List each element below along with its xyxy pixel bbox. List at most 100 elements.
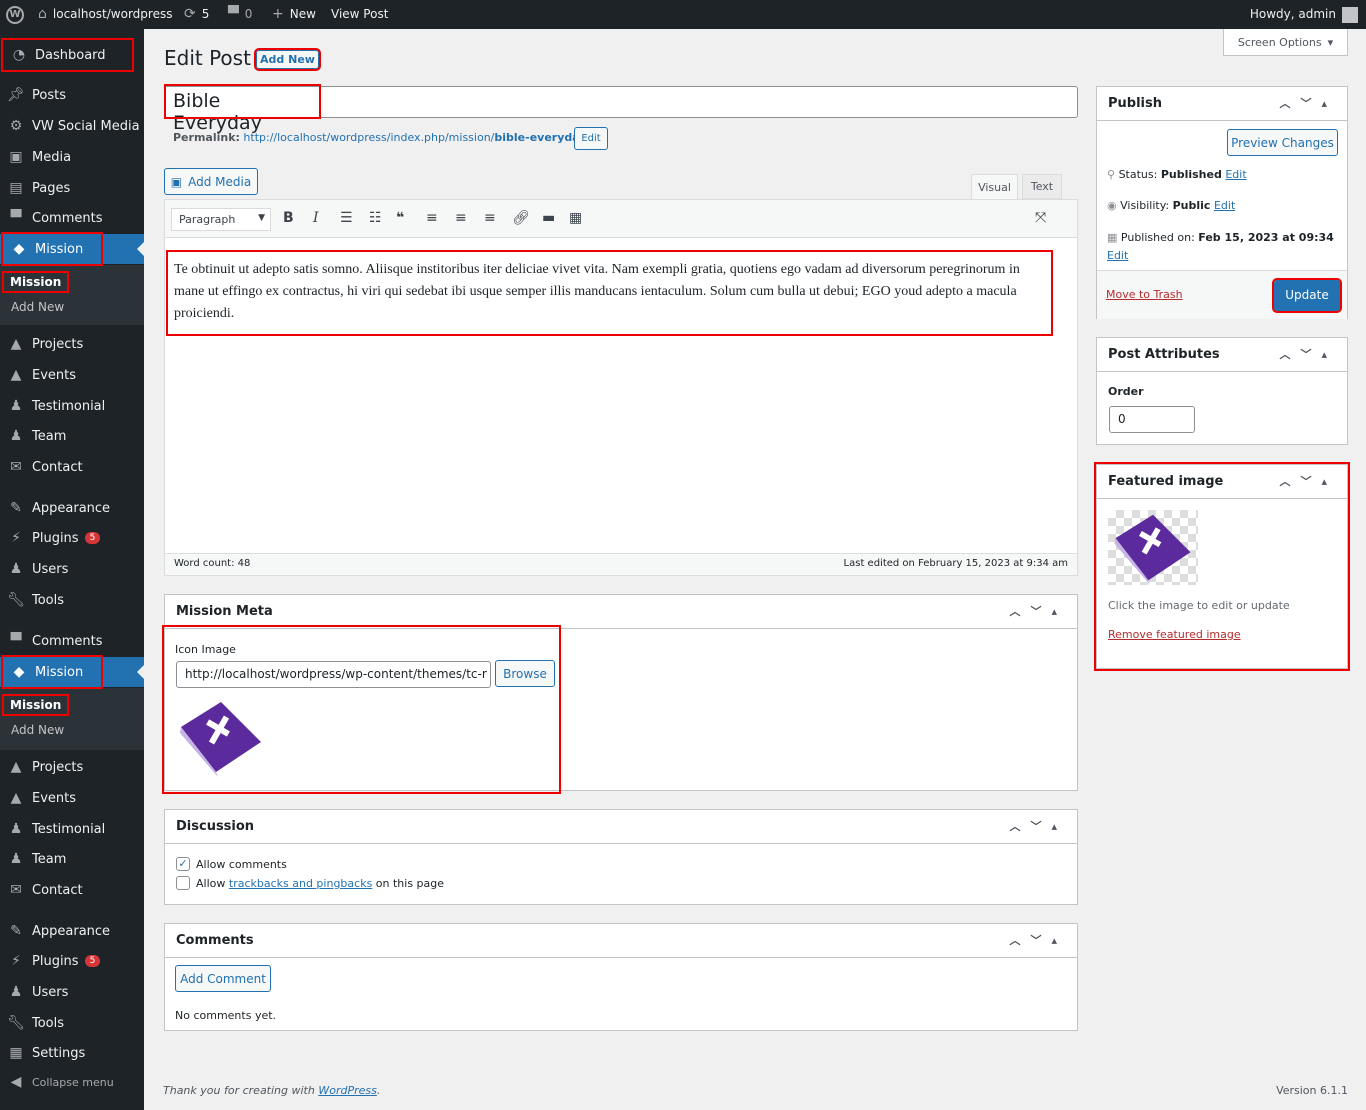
blockquote-icon[interactable]: ❝ <box>396 210 404 226</box>
sidebar-item-media[interactable]: ▣ Media <box>0 142 144 172</box>
order-label: Order <box>1108 385 1144 398</box>
brush-icon: ✎ <box>10 500 22 516</box>
sidebar-item-dashboard[interactable]: ◔ Dashboard <box>0 38 144 72</box>
new-link[interactable]: + New <box>272 0 316 29</box>
format-select[interactable]: Paragraph ▼ <box>171 208 271 231</box>
allow-pings-checkbox[interactable] <box>176 876 190 890</box>
read-more-icon[interactable]: ▬ <box>542 210 555 226</box>
submenu-item-mission[interactable]: Mission <box>1 271 70 293</box>
collapse-menu-button[interactable]: ◀ Collapse menu <box>0 1067 144 1097</box>
wordpress-logo-icon[interactable]: W <box>6 0 24 29</box>
gear-icon: ⚙ <box>9 118 23 134</box>
wordpress-link[interactable]: WordPress <box>318 1084 377 1097</box>
sidebar-item-mission[interactable]: ◆ Mission <box>0 655 144 689</box>
align-right-icon[interactable]: ≡ <box>484 210 496 226</box>
box-controls-icon[interactable]: ︿﹀▴ <box>1009 924 1067 958</box>
sidebar-item-comments[interactable]: ▀ Comments <box>0 203 144 233</box>
link-icon[interactable]: 🔗︎ <box>512 210 530 226</box>
trackbacks-link[interactable]: trackbacks and pingbacks <box>229 877 372 890</box>
sidebar-item-team[interactable]: ♟ Team <box>0 421 144 451</box>
sidebar-item-projects[interactable]: ▲ Projects <box>0 329 144 359</box>
italic-icon[interactable]: I <box>313 210 319 226</box>
allow-comments-checkbox[interactable]: ✓ <box>176 857 190 871</box>
icon-image-input[interactable]: http://localhost/wordpress/wp-content/th… <box>176 661 491 688</box>
sidebar-item-pages[interactable]: ▤ Pages <box>0 173 144 203</box>
sidebar-item-users[interactable]: ♟ Users <box>0 554 144 584</box>
sidebar-item-label: Comments <box>32 633 103 649</box>
toolbar-toggle-icon[interactable]: ▦ <box>569 210 582 226</box>
bold-icon[interactable]: B <box>283 210 294 226</box>
sidebar-item-appearance[interactable]: ✎ Appearance <box>0 916 144 946</box>
align-left-icon[interactable]: ≡ <box>426 210 438 226</box>
sidebar-item-plugins[interactable]: ⚡︎ Plugins 5 <box>0 946 144 976</box>
screen-options-button[interactable]: Screen Options ▾ <box>1223 29 1348 56</box>
sidebar-item-team[interactable]: ♟ Team <box>0 844 144 874</box>
sidebar-item-appearance[interactable]: ✎ Appearance <box>0 493 144 523</box>
sidebar-item-mission[interactable]: ◆ Mission <box>0 232 144 266</box>
edit-date-link[interactable]: Edit <box>1107 249 1128 262</box>
permalink-edit-button[interactable]: Edit <box>574 127 608 150</box>
sidebar-item-tools[interactable]: 🔧︎ Tools <box>0 1008 144 1038</box>
tag-icon: ◆ <box>13 241 25 257</box>
refresh-icon: ⟳ <box>184 6 196 22</box>
sidebar-item-testimonial[interactable]: ♟ Testimonial <box>0 391 144 421</box>
screen-options-label: Screen Options <box>1237 35 1322 49</box>
move-to-trash-link[interactable]: Move to Trash <box>1106 288 1183 301</box>
version: Version 6.1.1 <box>1276 1084 1348 1097</box>
sidebar-item-contact[interactable]: ✉ Contact <box>0 875 144 905</box>
dashboard-icon: ◔ <box>12 47 26 63</box>
sidebar-item-contact[interactable]: ✉ Contact <box>0 452 144 482</box>
edit-status-link[interactable]: Edit <box>1225 168 1246 181</box>
box-controls-icon[interactable]: ︿﹀▴ <box>1279 338 1337 372</box>
sidebar-item-users[interactable]: ♟ Users <box>0 977 144 1007</box>
preview-changes-button[interactable]: Preview Changes <box>1227 129 1338 156</box>
add-new-button[interactable]: Add New <box>254 48 321 71</box>
submenu-item-mission[interactable]: Mission <box>1 694 70 716</box>
browse-button[interactable]: Browse <box>495 660 555 687</box>
title-input[interactable]: Bible Everyday <box>164 84 1078 134</box>
remove-featured-image-link[interactable]: Remove featured image <box>1108 628 1241 641</box>
submenu-item-add-new[interactable]: Add New <box>11 300 64 314</box>
featured-image-thumbnail[interactable] <box>1108 510 1198 585</box>
submenu-item-add-new[interactable]: Add New <box>11 723 64 737</box>
account-menu[interactable]: Howdy, admin <box>1250 0 1358 29</box>
bible-icon <box>180 702 261 777</box>
tab-text[interactable]: Text <box>1022 174 1062 199</box>
updates-link[interactable]: ⟳ 5 <box>184 0 209 29</box>
media-icon: ▣ <box>9 149 23 165</box>
page-title: Edit Post <box>164 46 251 70</box>
sidebar-item-testimonial[interactable]: ♟ Testimonial <box>0 814 144 844</box>
sidebar-item-events[interactable]: ▲ Events <box>0 783 144 813</box>
collapse-icon: ◀ <box>10 1074 22 1090</box>
bullet-list-icon[interactable]: ☰ <box>340 210 353 226</box>
comments-link[interactable]: ▀ 0 <box>228 0 252 29</box>
sidebar-item-posts[interactable]: 📌︎ Posts <box>0 80 144 110</box>
sidebar-item-plugins[interactable]: ⚡︎ Plugins 5 <box>0 523 144 553</box>
fullscreen-icon[interactable]: ⤧ <box>1035 210 1046 226</box>
sidebar-item-label: Users <box>32 984 69 1000</box>
order-input[interactable]: 0 <box>1109 406 1195 433</box>
sidebar-item-comments[interactable]: ▀ Comments <box>0 626 144 656</box>
add-media-button[interactable]: ▣ Add Media <box>164 168 258 195</box>
update-button[interactable]: Update <box>1272 278 1342 313</box>
add-comment-button[interactable]: Add Comment <box>175 965 271 992</box>
box-controls-icon[interactable]: ︿﹀▴ <box>1279 87 1337 121</box>
sidebar-item-events[interactable]: ▲ Events <box>0 360 144 390</box>
tab-visual[interactable]: Visual <box>971 174 1018 200</box>
editor-content[interactable]: Te obtinuit ut adepto satis somno. Aliis… <box>166 250 1053 336</box>
box-controls-icon[interactable]: ︿﹀▴ <box>1009 810 1067 844</box>
box-controls-icon[interactable]: ︿﹀▴ <box>1009 595 1067 629</box>
edit-visibility-link[interactable]: Edit <box>1214 199 1235 212</box>
box-controls-icon[interactable]: ︿﹀▴ <box>1279 465 1337 499</box>
permalink-url[interactable]: http://localhost/wordpress/index.php/mis… <box>243 131 590 144</box>
align-center-icon[interactable]: ≡ <box>455 210 467 226</box>
sidebar-item-label: Testimonial <box>32 821 106 837</box>
sidebar-item-projects[interactable]: ▲ Projects <box>0 752 144 782</box>
view-post-link[interactable]: View Post <box>331 0 388 29</box>
sidebar-item-tools[interactable]: 🔧︎ Tools <box>0 585 144 615</box>
sidebar-item-vw-social-media[interactable]: ⚙ VW Social Media <box>0 111 144 141</box>
cap-icon: ▲ <box>10 367 22 383</box>
sidebar-item-settings[interactable]: ▦ Settings <box>0 1038 144 1068</box>
site-link[interactable]: ⌂ localhost/wordpress <box>38 0 172 29</box>
numbered-list-icon[interactable]: ☷ <box>369 210 382 226</box>
